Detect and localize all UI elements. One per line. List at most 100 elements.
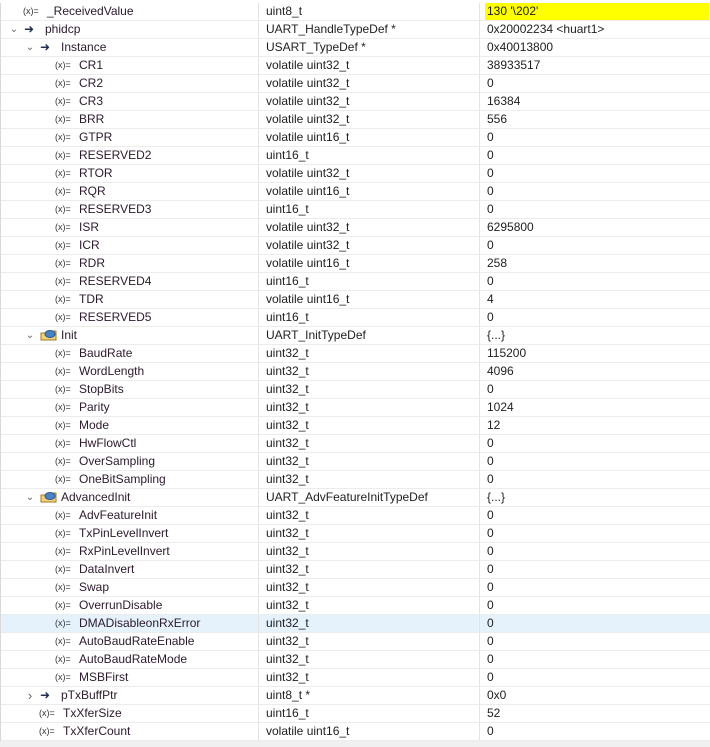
variable-value[interactable]: 6295800 xyxy=(487,220,534,234)
variable-value-cell[interactable]: 0 xyxy=(480,669,710,686)
variable-value-cell[interactable]: 115200 xyxy=(480,345,710,362)
variable-value[interactable]: 0 xyxy=(487,526,494,540)
variable-value-cell[interactable]: 0 xyxy=(480,597,710,614)
variable-row-txxfercount[interactable]: (x)= TxXferCount volatile uint16_t 0 xyxy=(1,723,710,741)
variable-row-reserved3[interactable]: (x)= RESERVED3 uint16_t 0 xyxy=(1,201,710,219)
variable-row-tdr[interactable]: (x)= TDR volatile uint16_t 4 xyxy=(1,291,710,309)
variable-row-rtor[interactable]: (x)= RTOR volatile uint32_t 0 xyxy=(1,165,710,183)
variable-row-swap[interactable]: (x)= Swap uint32_t 0 xyxy=(1,579,710,597)
variable-value[interactable]: 0x0 xyxy=(487,688,506,702)
variable-value-cell[interactable]: 12 xyxy=(480,417,710,434)
variable-value[interactable]: 0 xyxy=(487,148,494,162)
variable-value[interactable]: 0 xyxy=(487,202,494,216)
variable-row-wordlength[interactable]: (x)= WordLength uint32_t 4096 xyxy=(1,363,710,381)
variable-row-baudrate[interactable]: (x)= BaudRate uint32_t 115200 xyxy=(1,345,710,363)
variable-value-cell[interactable]: 258 xyxy=(480,255,710,272)
variable-row-reserved4[interactable]: (x)= RESERVED4 uint16_t 0 xyxy=(1,273,710,291)
variable-value[interactable]: 52 xyxy=(487,706,500,720)
variable-value[interactable]: 258 xyxy=(487,256,507,270)
chevron-down-icon[interactable]: ⌄ xyxy=(25,489,35,506)
variable-value[interactable]: 0x20002234 <huart1> xyxy=(487,22,604,36)
variable-row-dmadisableonrxerror[interactable]: (x)= DMADisableonRxError uint32_t 0 xyxy=(1,615,710,633)
variable-value[interactable]: 0 xyxy=(487,382,494,396)
variable-value[interactable]: 4096 xyxy=(487,364,514,378)
variable-value-cell[interactable]: 0 xyxy=(480,309,710,326)
variable-value[interactable]: 0 xyxy=(487,310,494,324)
variable-value-cell[interactable]: 0 xyxy=(480,435,710,452)
variable-value-cell[interactable]: 0x40013800 xyxy=(480,39,710,56)
variable-value-cell[interactable]: 0 xyxy=(480,561,710,578)
variable-value-cell[interactable]: 0 xyxy=(480,165,710,182)
variable-row-cr1[interactable]: (x)= CR1 volatile uint32_t 38933517 xyxy=(1,57,710,75)
variable-value-cell[interactable]: 0 xyxy=(480,507,710,524)
variable-value[interactable]: {...} xyxy=(487,328,505,342)
variable-value[interactable]: 0 xyxy=(487,274,494,288)
chevron-down-icon[interactable]: ⌄ xyxy=(25,327,35,344)
variable-value[interactable]: 0 xyxy=(487,472,494,486)
variable-row-receivedvalue[interactable]: (x)= _ReceivedValue uint8_t 130 '\202' xyxy=(1,3,710,21)
variable-value[interactable]: 0 xyxy=(487,724,494,738)
variable-value[interactable]: 0 xyxy=(487,454,494,468)
variable-row-overrundisable[interactable]: (x)= OverrunDisable uint32_t 0 xyxy=(1,597,710,615)
variable-row-datainvert[interactable]: (x)= DataInvert uint32_t 0 xyxy=(1,561,710,579)
variable-value[interactable]: 0x40013800 xyxy=(487,40,553,54)
variable-value[interactable]: 38933517 xyxy=(487,58,540,72)
variable-value[interactable]: 0 xyxy=(487,436,494,450)
variable-row-rdr[interactable]: (x)= RDR volatile uint16_t 258 xyxy=(1,255,710,273)
variable-value-cell[interactable]: 0 xyxy=(480,543,710,560)
chevron-right-icon[interactable]: › xyxy=(25,687,35,704)
variable-row-advfeatureinit[interactable]: (x)= AdvFeatureInit uint32_t 0 xyxy=(1,507,710,525)
variable-row-stopbits[interactable]: (x)= StopBits uint32_t 0 xyxy=(1,381,710,399)
variable-value[interactable]: 0 xyxy=(487,184,494,198)
variable-row-icr[interactable]: (x)= ICR volatile uint32_t 0 xyxy=(1,237,710,255)
variable-value[interactable]: 4 xyxy=(487,292,494,306)
variable-row-txpinlevelinvert[interactable]: (x)= TxPinLevelInvert uint32_t 0 xyxy=(1,525,710,543)
variable-value[interactable]: 0 xyxy=(487,634,494,648)
variable-row-gtpr[interactable]: (x)= GTPR volatile uint16_t 0 xyxy=(1,129,710,147)
variable-row-autobaudrateenable[interactable]: (x)= AutoBaudRateEnable uint32_t 0 xyxy=(1,633,710,651)
variable-row-instance[interactable]: ⌄ ➜ Instance USART_TypeDef * 0x40013800 xyxy=(1,39,710,57)
variable-value-cell[interactable]: 0 xyxy=(480,723,710,740)
variable-row-rqr[interactable]: (x)= RQR volatile uint16_t 0 xyxy=(1,183,710,201)
variable-value-cell[interactable]: 0 xyxy=(480,471,710,488)
variable-row-init[interactable]: ⌄ Init UART_InitTypeDef {...} xyxy=(1,327,710,345)
variable-value[interactable]: 0 xyxy=(487,76,494,90)
variable-value[interactable]: 556 xyxy=(487,112,507,126)
variable-value-cell[interactable]: 0 xyxy=(480,579,710,596)
variable-value[interactable]: 0 xyxy=(487,544,494,558)
variable-value-cell[interactable]: 0 xyxy=(480,273,710,290)
variable-row-cr3[interactable]: (x)= CR3 volatile uint32_t 16384 xyxy=(1,93,710,111)
variable-value[interactable]: 0 xyxy=(487,238,494,252)
variable-value-cell[interactable]: {...} xyxy=(480,489,710,506)
horizontal-scrollbar[interactable] xyxy=(0,741,710,747)
variable-row-txxfersize[interactable]: (x)= TxXferSize uint16_t 52 xyxy=(1,705,710,723)
variable-value[interactable]: 1024 xyxy=(487,400,514,414)
variable-value-cell[interactable]: 0 xyxy=(480,129,710,146)
variable-row-rxpinlevelinvert[interactable]: (x)= RxPinLevelInvert uint32_t 0 xyxy=(1,543,710,561)
variable-row-brr[interactable]: (x)= BRR volatile uint32_t 556 xyxy=(1,111,710,129)
variable-value-cell[interactable]: 556 xyxy=(480,111,710,128)
variable-value-cell[interactable]: 0 xyxy=(480,651,710,668)
variable-value[interactable]: 0 xyxy=(487,508,494,522)
variable-value-cell[interactable]: {...} xyxy=(480,327,710,344)
variable-value[interactable]: 16384 xyxy=(487,94,520,108)
variable-value-cell[interactable]: 4 xyxy=(480,291,710,308)
variable-value-cell[interactable]: 0 xyxy=(480,633,710,650)
variable-value-cell[interactable]: 0 xyxy=(480,525,710,542)
variable-value-cell[interactable]: 0 xyxy=(480,75,710,92)
variable-value-cell[interactable]: 1024 xyxy=(480,399,710,416)
variable-value[interactable]: 12 xyxy=(487,418,500,432)
variables-tree[interactable]: (x)= _ReceivedValue uint8_t 130 '\202' ⌄ ➜ phi… xyxy=(0,3,710,741)
variable-value-cell[interactable]: 0 xyxy=(480,183,710,200)
variable-value[interactable]: 0 xyxy=(487,580,494,594)
variable-value[interactable]: 130 '\202' xyxy=(485,3,709,20)
variable-row-ptxbuffptr[interactable]: › ➜ pTxBuffPtr uint8_t * 0x0 xyxy=(1,687,710,705)
variable-row-reserved2[interactable]: (x)= RESERVED2 uint16_t 0 xyxy=(1,147,710,165)
variable-value-cell[interactable]: 4096 xyxy=(480,363,710,380)
variable-value[interactable]: {...} xyxy=(487,490,505,504)
variable-value[interactable]: 0 xyxy=(487,598,494,612)
variable-row-phidcp[interactable]: ⌄ ➜ phidcp UART_HandleTypeDef * 0x20002234 <… xyxy=(1,21,710,39)
variable-row-reserved5[interactable]: (x)= RESERVED5 uint16_t 0 xyxy=(1,309,710,327)
variable-value-cell[interactable]: 0 xyxy=(480,615,710,632)
variable-value-cell[interactable]: 0 xyxy=(480,453,710,470)
